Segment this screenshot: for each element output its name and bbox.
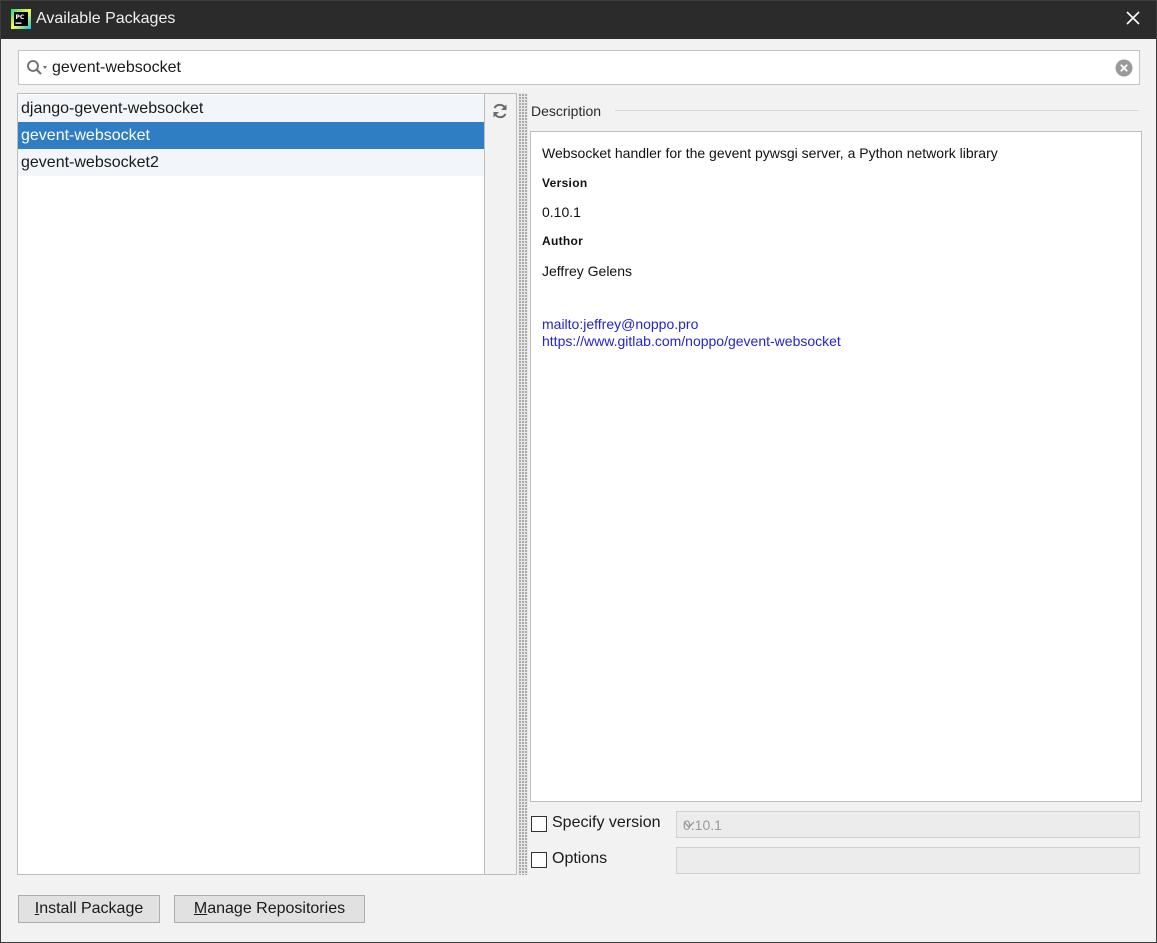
email-link[interactable]: mailto:jeffrey@noppo.pro bbox=[542, 316, 698, 332]
window-title: Available Packages bbox=[36, 10, 176, 27]
clear-icon[interactable] bbox=[1115, 59, 1133, 77]
version-value: 0.10.1 bbox=[542, 204, 581, 220]
package-row-selected[interactable]: gevent-websocket bbox=[18, 122, 484, 149]
options-input[interactable] bbox=[676, 847, 1140, 874]
manage-repositories-button[interactable]: Manage Repositories bbox=[174, 895, 365, 923]
options-checkbox[interactable] bbox=[531, 852, 547, 868]
manage-mnemonic: M bbox=[193, 900, 208, 917]
manage-label: anage Repositories bbox=[207, 900, 346, 917]
available-packages-dialog: PC Available Packages djan bbox=[0, 0, 1157, 943]
specify-version-label: Specify version bbox=[552, 814, 661, 831]
pycharm-icon: PC bbox=[11, 9, 31, 29]
homepage-link[interactable]: https://www.gitlab.com/noppo/gevent-webs… bbox=[542, 333, 841, 349]
panel-splitter[interactable] bbox=[518, 93, 528, 875]
svg-text:PC: PC bbox=[16, 14, 25, 21]
options-row: Options bbox=[530, 846, 670, 874]
package-summary: Websocket handler for the gevent pywsgi … bbox=[542, 145, 998, 161]
install-label: nstall Package bbox=[39, 900, 144, 917]
package-row[interactable]: django-gevent-websocket bbox=[18, 95, 484, 122]
package-list[interactable]: django-gevent-websocket gevent-websocket… bbox=[17, 93, 485, 875]
search-input[interactable] bbox=[52, 51, 1112, 84]
version-select[interactable]: 0.10.1 bbox=[676, 811, 1140, 838]
options-label: Options bbox=[552, 850, 608, 867]
author-heading: Author bbox=[542, 234, 584, 248]
chevron-down-icon bbox=[683, 817, 695, 828]
description-divider bbox=[615, 110, 1139, 111]
specify-version-row: Specify version bbox=[530, 810, 670, 838]
search-icon[interactable] bbox=[26, 59, 52, 77]
specify-version-checkbox[interactable] bbox=[531, 816, 547, 832]
refresh-icon[interactable] bbox=[491, 102, 509, 120]
description-label: Description bbox=[531, 103, 602, 119]
version-heading: Version bbox=[542, 176, 588, 190]
install-package-button[interactable]: Install Package bbox=[18, 895, 160, 923]
author-value: Jeffrey Gelens bbox=[542, 263, 633, 279]
list-toolbar bbox=[485, 93, 517, 875]
title-bar: PC Available Packages bbox=[1, 1, 1156, 39]
package-row[interactable]: gevent-websocket2 bbox=[18, 149, 484, 176]
description-panel: Websocket handler for the gevent pywsgi … bbox=[530, 131, 1142, 802]
search-box[interactable] bbox=[18, 50, 1140, 85]
close-button[interactable] bbox=[1110, 1, 1156, 39]
close-icon bbox=[1126, 11, 1140, 29]
